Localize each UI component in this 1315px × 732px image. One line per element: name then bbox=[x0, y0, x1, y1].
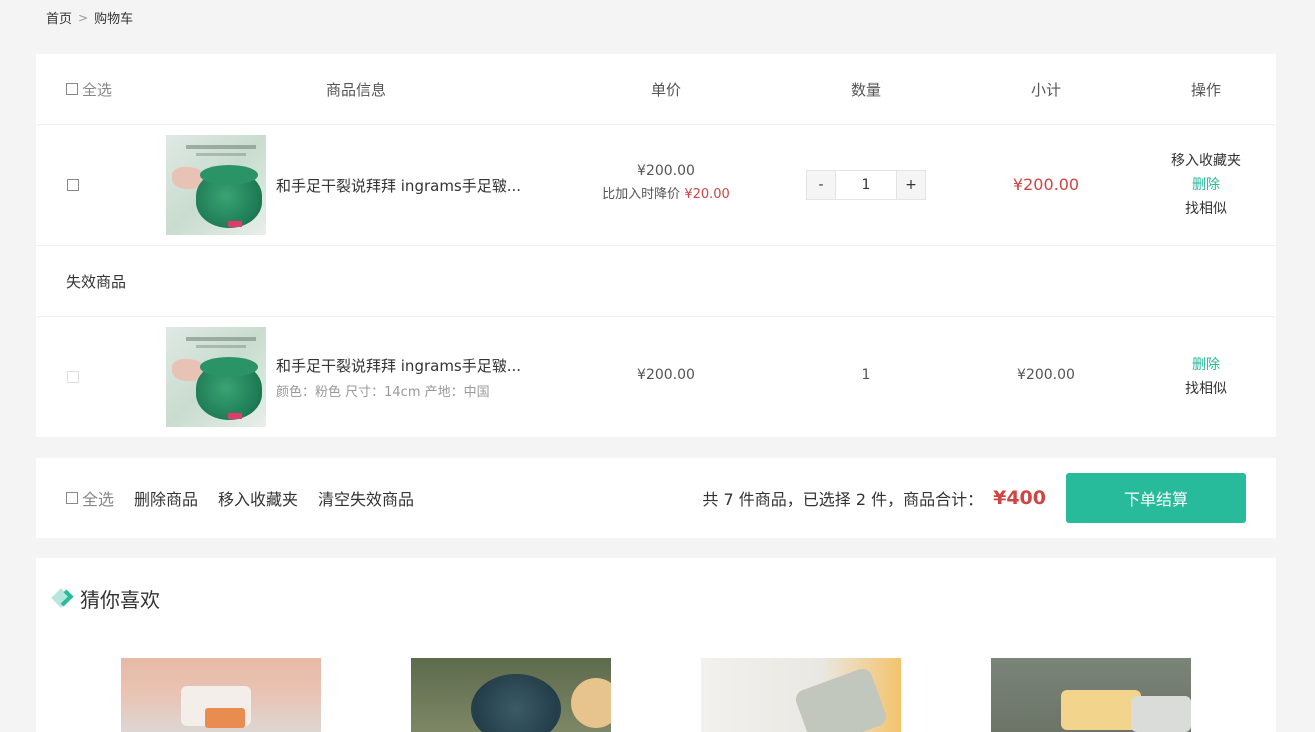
item-checkbox[interactable] bbox=[67, 179, 79, 191]
recommendations-header: 猜你喜欢 bbox=[52, 584, 160, 613]
select-all-checkbox[interactable] bbox=[66, 83, 78, 95]
breadcrumb: 首页 > 购物车 bbox=[46, 8, 134, 28]
column-product-info: 商品信息 bbox=[325, 80, 386, 99]
recommendations-panel: 猜你喜欢 bbox=[36, 558, 1276, 732]
product-thumbnail[interactable] bbox=[166, 327, 266, 427]
item-subtotal: ¥200.00 bbox=[1012, 175, 1080, 194]
item-actions: 移入收藏夹 删除 找相似 bbox=[1146, 149, 1266, 221]
delete-products-button[interactable]: 删除商品 bbox=[134, 486, 198, 510]
price-drop-label: 比加入时降价 bbox=[602, 187, 681, 202]
find-similar-link[interactable]: 找相似 bbox=[1146, 377, 1266, 401]
product-attributes: 颜色：粉色 尺寸：14cm 产地：中国 bbox=[276, 385, 490, 400]
invalid-section-header: 失效商品 bbox=[36, 246, 1276, 317]
invalid-section-title: 失效商品 bbox=[66, 272, 127, 291]
total-amount: ¥400 bbox=[993, 487, 1046, 509]
unit-price: ¥200.00 bbox=[637, 367, 695, 383]
recommend-product-image[interactable] bbox=[411, 658, 611, 732]
decrease-button[interactable]: - bbox=[807, 171, 835, 199]
product-thumbnail[interactable] bbox=[166, 135, 266, 235]
item-actions: 删除 找相似 bbox=[1146, 353, 1266, 401]
chevron-right-icon: > bbox=[78, 10, 89, 25]
delete-link[interactable]: 删除 bbox=[1146, 173, 1266, 197]
column-quantity: 数量 bbox=[850, 80, 881, 99]
unit-price-value: ¥200.00 bbox=[637, 163, 695, 179]
breadcrumb-current: 购物车 bbox=[94, 12, 134, 27]
quantity-input[interactable]: 1 bbox=[835, 171, 897, 199]
invalid-item-checkbox bbox=[67, 371, 79, 383]
price-drop-value: ¥20.00 bbox=[684, 187, 730, 202]
item-subtotal: ¥200.00 bbox=[1017, 367, 1075, 383]
invalid-item-row: 和手足干裂说拜拜 ingrams手足皲... 颜色：粉色 尺寸：14cm 产地：… bbox=[36, 317, 1276, 437]
summary-text: 共 7 件商品，已选择 2 件，商品合计： bbox=[702, 490, 984, 509]
move-to-favorites-link[interactable]: 移入收藏夹 bbox=[1146, 149, 1266, 173]
cart-footer: 全选 删除商品 移入收藏夹 清空失效商品 共 7 件商品，已选择 2 件，商品合… bbox=[36, 458, 1276, 538]
recommendations-title: 猜你喜欢 bbox=[80, 588, 160, 612]
quantity-value: 1 bbox=[861, 367, 871, 383]
recommend-product-image[interactable] bbox=[991, 658, 1191, 732]
diamond-icon bbox=[52, 588, 74, 610]
quantity-stepper: - 1 + bbox=[806, 170, 926, 200]
recommend-product-image[interactable] bbox=[701, 658, 901, 732]
footer-select-all[interactable]: 全选 bbox=[66, 486, 114, 510]
column-unit-price: 单价 bbox=[650, 80, 681, 99]
clear-invalid-button[interactable]: 清空失效商品 bbox=[318, 486, 414, 510]
breadcrumb-home[interactable]: 首页 bbox=[46, 8, 72, 27]
footer-select-all-checkbox[interactable] bbox=[66, 492, 78, 504]
unit-price: ¥200.00 比加入时降价 ¥20.00 bbox=[566, 163, 766, 202]
checkout-button[interactable]: 下单结算 bbox=[1066, 473, 1246, 523]
cart-table-header: 全选 商品信息 单价 数量 小计 操作 bbox=[36, 54, 1276, 125]
move-to-favorites-button[interactable]: 移入收藏夹 bbox=[218, 486, 298, 510]
increase-button[interactable]: + bbox=[897, 171, 925, 199]
footer-select-all-label: 全选 bbox=[82, 490, 115, 509]
delete-link[interactable]: 删除 bbox=[1146, 353, 1266, 377]
product-name[interactable]: 和手足干裂说拜拜 ingrams手足皲... bbox=[276, 355, 521, 376]
select-all-header[interactable]: 全选 bbox=[66, 54, 112, 124]
price-drop-note: 比加入时降价 ¥20.00 bbox=[566, 183, 766, 202]
select-all-label: 全选 bbox=[82, 80, 113, 99]
cart-item-row: 和手足干裂说拜拜 ingrams手足皲... ¥200.00 比加入时降价 ¥2… bbox=[36, 125, 1276, 246]
product-name[interactable]: 和手足干裂说拜拜 ingrams手足皲... bbox=[276, 175, 521, 196]
footer-actions: 全选 删除商品 移入收藏夹 清空失效商品 bbox=[66, 458, 414, 538]
recommend-product-image[interactable] bbox=[121, 658, 321, 732]
cart-table: 全选 商品信息 单价 数量 小计 操作 和手足干裂说拜拜 ingrams手足皲.… bbox=[36, 54, 1276, 437]
column-subtotal: 小计 bbox=[1030, 80, 1061, 99]
column-actions: 操作 bbox=[1190, 80, 1221, 99]
order-summary: 共 7 件商品，已选择 2 件，商品合计： ¥400 bbox=[702, 458, 1046, 538]
find-similar-link[interactable]: 找相似 bbox=[1146, 197, 1266, 221]
